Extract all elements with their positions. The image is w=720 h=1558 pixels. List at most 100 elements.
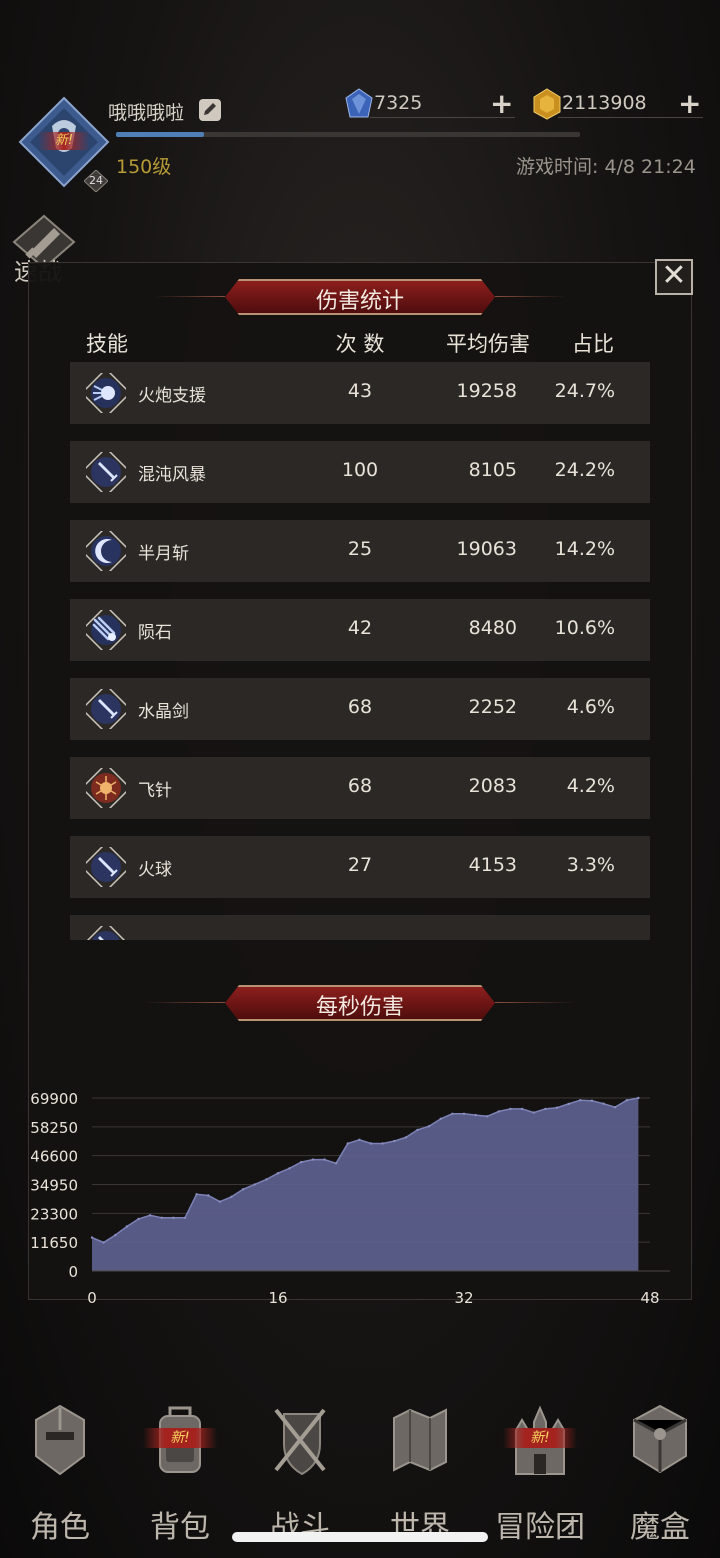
skill-damage-ratio: 4.6% bbox=[566, 696, 615, 718]
skill-count: 25 bbox=[347, 538, 373, 560]
nav-item[interactable]: 魔盒 bbox=[605, 1400, 715, 1550]
meteor-icon bbox=[86, 610, 126, 650]
dps-point bbox=[90, 1236, 94, 1239]
damage-stats-title: 伤害统计 bbox=[315, 289, 404, 314]
half-moon-slash-icon bbox=[86, 531, 126, 571]
dps-point bbox=[137, 1217, 140, 1221]
skill-row: 混沌风暴 100 8105 24.2% bbox=[70, 441, 650, 503]
skill-average-damage: 4153 bbox=[468, 854, 517, 876]
dps-point bbox=[404, 1136, 408, 1139]
dps-point bbox=[334, 1162, 338, 1165]
skill-row: 火炮支援 43 19258 24.7% bbox=[70, 362, 650, 424]
skill-name: 半月斩 bbox=[138, 544, 189, 564]
dps-point bbox=[195, 1193, 198, 1196]
dps-point bbox=[416, 1128, 419, 1132]
banner-divider-right bbox=[495, 296, 565, 297]
swords-shield-icon bbox=[274, 1408, 326, 1476]
dps-point bbox=[602, 1102, 605, 1105]
nav-item[interactable]: 战斗 bbox=[245, 1400, 355, 1550]
skill-average-damage: 2083 bbox=[468, 775, 517, 797]
dps-title: 每秒伤害 bbox=[315, 995, 404, 1020]
dps-point bbox=[125, 1225, 129, 1228]
home-indicator[interactable] bbox=[232, 1532, 488, 1542]
skill-damage-ratio: 4.2% bbox=[566, 775, 615, 797]
header-ratio: 占比 bbox=[572, 332, 614, 356]
dps-point bbox=[172, 1216, 175, 1219]
skill-count: 27 bbox=[347, 854, 373, 876]
fireball-icon bbox=[86, 847, 126, 887]
dps-point bbox=[241, 1188, 245, 1191]
nav-label: 魔盒 bbox=[630, 1510, 690, 1545]
dps-point bbox=[323, 1158, 326, 1161]
skill-count: 68 bbox=[347, 696, 373, 718]
skill-name: 陨石 bbox=[138, 623, 172, 643]
nav-item[interactable]: 新! 背包 bbox=[125, 1400, 235, 1550]
skill-damage-ratio: 24.7% bbox=[554, 380, 615, 402]
skill-average-damage: 19258 bbox=[456, 380, 517, 402]
banner-divider-right bbox=[495, 1002, 575, 1003]
skill-count: 100 bbox=[341, 459, 379, 481]
gold-amount: 2113908 bbox=[562, 92, 647, 114]
add-gem-button[interactable]: + bbox=[490, 90, 513, 118]
dps-point bbox=[555, 1106, 559, 1109]
x-tick-label: 48 bbox=[640, 1289, 659, 1307]
new-badge: 新! bbox=[503, 1428, 577, 1448]
nav-item[interactable]: 角色 bbox=[5, 1400, 115, 1550]
skill-row: 水晶剑 68 2252 4.6% bbox=[70, 678, 650, 740]
skill-row: 陨石 42 8480 10.6% bbox=[70, 599, 650, 661]
gold-crystal-icon bbox=[533, 88, 561, 120]
skill-average-damage: 2252 bbox=[468, 696, 517, 718]
dps-point bbox=[625, 1099, 628, 1102]
skill-list[interactable]: 火炮支援 43 19258 24.7% 混沌风暴 100 8105 24.2% 半月斩 25 190… bbox=[70, 362, 650, 940]
crystal-sword-icon bbox=[86, 926, 126, 940]
skill-row: 飞针 68 2083 4.2% bbox=[70, 757, 650, 819]
y-tick-label: 11650 bbox=[30, 1234, 78, 1252]
gem-amount: 7325 bbox=[374, 92, 423, 114]
skill-count: 68 bbox=[347, 775, 373, 797]
close-button[interactable]: ✕ bbox=[655, 259, 693, 295]
world-map-icon bbox=[393, 1408, 447, 1472]
gold-counter: 2113908 + bbox=[532, 88, 712, 120]
add-gold-button[interactable]: + bbox=[678, 90, 701, 118]
skill-name: 混沌风暴 bbox=[138, 465, 206, 485]
dps-point bbox=[462, 1112, 466, 1115]
gem-counter: 7325 + bbox=[344, 88, 524, 120]
nav-item[interactable]: 新! 冒险团 bbox=[485, 1400, 595, 1550]
game-screen: 新! 24 哦哦哦啦 150级 7325 + 2113908 + 游戏时间: 4… bbox=[0, 0, 720, 1558]
chaos-storm-icon bbox=[86, 452, 126, 492]
dps-point bbox=[544, 1107, 547, 1111]
skill-row: 火球 27 4153 3.3% bbox=[70, 836, 650, 898]
magic-box-icon bbox=[633, 1404, 687, 1474]
skill-count: 42 bbox=[347, 617, 373, 639]
blue-gem-icon bbox=[345, 88, 373, 118]
nav-label: 角色 bbox=[30, 1510, 90, 1545]
dps-point bbox=[276, 1172, 280, 1175]
dps-point bbox=[265, 1178, 268, 1181]
dps-point bbox=[637, 1096, 640, 1100]
dps-point bbox=[532, 1111, 535, 1114]
dps-chart: 0 11650 23300 34950 46600 58250 69900 0 16 32 48 bbox=[30, 1090, 670, 1307]
dps-point bbox=[439, 1117, 442, 1120]
y-tick-label: 58250 bbox=[30, 1119, 78, 1137]
dps-point bbox=[102, 1241, 105, 1244]
dps-point bbox=[160, 1216, 163, 1219]
dps-point bbox=[497, 1110, 501, 1113]
xp-fill bbox=[116, 132, 205, 137]
player-name: 哦哦哦啦 bbox=[108, 102, 185, 124]
dps-point bbox=[509, 1107, 512, 1111]
dps-point bbox=[451, 1112, 454, 1115]
dps-banner: 每秒伤害 bbox=[145, 985, 575, 1021]
skill-name: 火球 bbox=[138, 860, 172, 880]
avatar-level-badge: 24 bbox=[84, 170, 108, 192]
nav-item[interactable]: 世界 bbox=[365, 1400, 475, 1550]
x-tick-label: 16 bbox=[268, 1289, 287, 1307]
nav-label: 冒险团 bbox=[495, 1510, 585, 1545]
dps-point bbox=[474, 1113, 477, 1117]
x-tick-label: 32 bbox=[454, 1289, 473, 1307]
dps-point bbox=[393, 1139, 396, 1143]
edit-icon[interactable] bbox=[198, 98, 222, 122]
dps-point bbox=[520, 1107, 524, 1111]
dps-point bbox=[148, 1214, 152, 1217]
close-icon: ✕ bbox=[661, 258, 687, 293]
helmet-icon bbox=[35, 1404, 85, 1476]
